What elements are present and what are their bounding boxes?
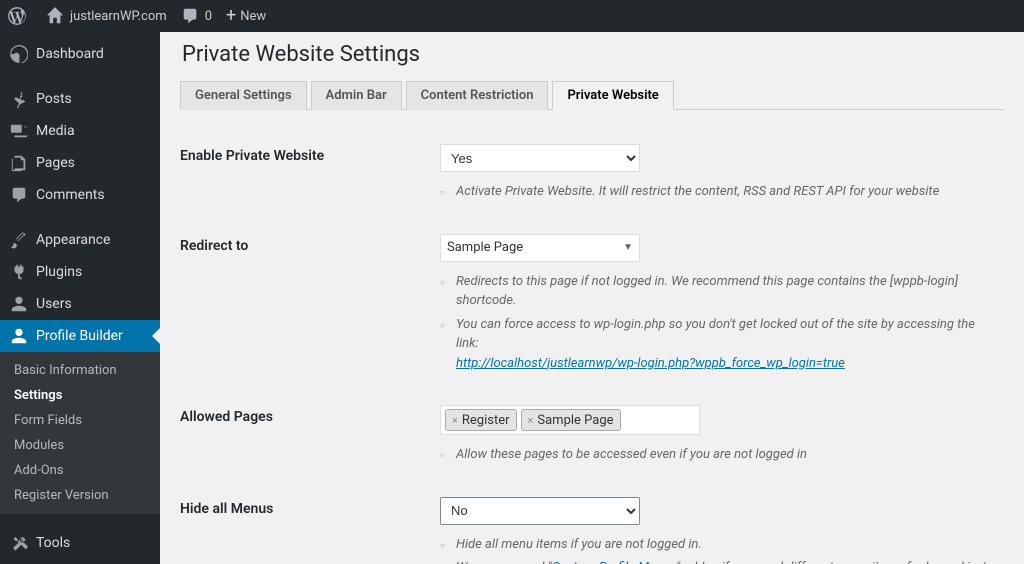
tools-icon xyxy=(10,534,28,552)
comments-link[interactable]: 0 xyxy=(181,7,212,25)
form-table: Enable Private Website Yes Activate Priv… xyxy=(180,130,1004,564)
chevron-down-icon: ▼ xyxy=(623,242,633,253)
profile-builder-submenu: Basic Information Settings Form Fields M… xyxy=(0,352,160,514)
redirect-to-label: Redirect to xyxy=(180,220,440,392)
redirect-to-desc1: Redirects to this page if not logged in.… xyxy=(440,272,994,311)
page-title: Private Website Settings xyxy=(182,42,1004,67)
sidebar-item-settings[interactable]: Settings xyxy=(0,559,160,564)
new-content-link[interactable]: + New xyxy=(226,7,266,25)
allowed-pages-desc: Allow these pages to be accessed even if… xyxy=(440,445,994,465)
new-label: New xyxy=(240,9,266,24)
sidebar-item-label: Dashboard xyxy=(36,46,104,62)
allowed-pages-input[interactable]: ×Register ×Sample Page xyxy=(440,405,700,435)
tab-private-website[interactable]: Private Website xyxy=(552,81,673,110)
submenu-modules[interactable]: Modules xyxy=(0,433,160,458)
media-icon xyxy=(10,122,28,140)
token-register[interactable]: ×Register xyxy=(445,409,517,431)
sidebar-item-label: Pages xyxy=(36,155,75,171)
settings-tabs: General Settings Admin Bar Content Restr… xyxy=(180,81,1004,110)
redirect-to-select[interactable]: Sample Page ▼ xyxy=(440,234,640,262)
sidebar-item-label: Media xyxy=(36,123,75,139)
sidebar-item-appearance[interactable]: Appearance xyxy=(0,224,160,256)
hide-menus-desc2: We recommend "Custom Profile Menus" addo… xyxy=(440,558,994,564)
token-sample-page[interactable]: ×Sample Page xyxy=(521,409,621,431)
sidebar-item-profile-builder[interactable]: Profile Builder xyxy=(0,320,160,352)
hide-menus-desc1: Hide all menu items if you are not logge… xyxy=(440,535,994,555)
comments-count: 0 xyxy=(205,9,212,24)
plugins-icon xyxy=(10,263,28,281)
site-name-link[interactable]: justlearnWP.com xyxy=(46,7,167,25)
sidebar-item-label: Comments xyxy=(36,187,105,203)
sidebar-item-comments[interactable]: Comments xyxy=(0,179,160,211)
submenu-settings[interactable]: Settings xyxy=(0,383,160,408)
submenu-form-fields[interactable]: Form Fields xyxy=(0,408,160,433)
sidebar-item-media[interactable]: Media xyxy=(0,115,160,147)
sidebar-item-users[interactable]: Users xyxy=(0,288,160,320)
force-login-link[interactable]: http://localhost/justlearnwp/wp-login.ph… xyxy=(456,356,845,371)
wp-logo-button[interactable] xyxy=(8,7,32,25)
users-icon xyxy=(10,295,28,313)
close-icon[interactable]: × xyxy=(528,414,534,427)
pages-icon xyxy=(10,154,28,172)
profile-builder-icon xyxy=(10,327,28,345)
sidebar-item-dashboard[interactable]: Dashboard xyxy=(0,38,160,70)
tab-admin-bar[interactable]: Admin Bar xyxy=(311,81,402,110)
sidebar-item-label: Appearance xyxy=(36,232,110,248)
admin-bar: justlearnWP.com 0 + New xyxy=(0,0,1024,32)
redirect-to-desc2: You can force access to wp-login.php so … xyxy=(440,315,994,374)
comment-icon xyxy=(181,7,199,25)
plus-icon: + xyxy=(226,7,236,25)
home-icon xyxy=(46,7,64,25)
redirect-to-value: Sample Page xyxy=(447,240,523,255)
brush-icon xyxy=(10,231,28,249)
close-icon[interactable]: × xyxy=(452,414,458,427)
sidebar-item-tools[interactable]: Tools xyxy=(0,527,160,559)
main-content: Private Website Settings General Setting… xyxy=(160,32,1024,564)
enable-private-desc: Activate Private Website. It will restri… xyxy=(440,182,994,202)
sidebar-item-label: Plugins xyxy=(36,264,82,280)
sidebar-item-label: Profile Builder xyxy=(36,328,123,344)
tab-content-restriction[interactable]: Content Restriction xyxy=(406,81,549,110)
sidebar-item-label: Posts xyxy=(36,91,72,107)
site-name: justlearnWP.com xyxy=(70,9,167,24)
dashboard-icon xyxy=(10,45,28,63)
enable-private-select[interactable]: Yes xyxy=(440,144,640,172)
sidebar-item-pages[interactable]: Pages xyxy=(0,147,160,179)
submenu-add-ons[interactable]: Add-Ons xyxy=(0,458,160,483)
hide-menus-select[interactable]: No xyxy=(440,497,640,525)
sidebar-item-plugins[interactable]: Plugins xyxy=(0,256,160,288)
submenu-register-version[interactable]: Register Version xyxy=(0,483,160,508)
tab-general-settings[interactable]: General Settings xyxy=(180,81,307,110)
hide-menus-label: Hide all Menus xyxy=(180,483,440,564)
pin-icon xyxy=(10,90,28,108)
allowed-pages-label: Allowed Pages xyxy=(180,391,440,483)
sidebar-item-label: Tools xyxy=(36,535,70,551)
sidebar-item-label: Users xyxy=(36,296,72,312)
admin-sidebar: Dashboard Posts Media Pages Comments App… xyxy=(0,32,160,564)
custom-profile-menus-link[interactable]: Custom Profile Menus xyxy=(552,560,676,564)
comments-icon xyxy=(10,186,28,204)
enable-private-label: Enable Private Website xyxy=(180,130,440,220)
sidebar-item-posts[interactable]: Posts xyxy=(0,83,160,115)
submenu-basic-information[interactable]: Basic Information xyxy=(0,358,160,383)
